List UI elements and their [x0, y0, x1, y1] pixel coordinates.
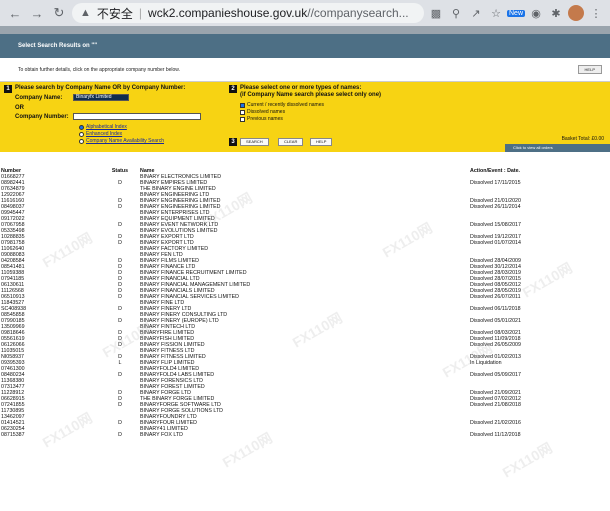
radio-dot[interactable]	[79, 138, 84, 144]
availability-search-link[interactable]: Company Name Availability Search	[86, 138, 164, 144]
radio-dot[interactable]	[79, 124, 84, 130]
check-dissolved-label: Dissolved names	[247, 109, 286, 115]
url-text: wck2.companieshouse.gov.uk//companysearc…	[148, 6, 409, 20]
site-nav-strip	[0, 26, 610, 34]
info-bar: To obtain further details, click on the …	[0, 58, 610, 82]
company-number-link[interactable]: 08715387	[0, 432, 100, 438]
check-current[interactable]: Current / recently dissolved names	[240, 102, 324, 108]
company-name-cell: BINARY FOX LTD	[140, 432, 183, 438]
company-number-input[interactable]	[73, 113, 201, 120]
zoom-icon[interactable]: ⚲	[448, 5, 464, 21]
checkbox[interactable]	[240, 109, 245, 115]
basket-total: Basket Total: £0.00	[561, 136, 604, 142]
check-dissolved[interactable]: Dissolved names	[240, 109, 285, 115]
instruction-text: To obtain further details, click on the …	[18, 66, 181, 73]
not-secure-label: 不安全	[96, 6, 133, 21]
checkbox[interactable]	[240, 102, 245, 108]
extension-icon[interactable]: ◉	[528, 5, 544, 21]
url-path: //companysearch...	[307, 6, 409, 20]
share-icon[interactable]: ↗	[468, 5, 484, 21]
step3-number: 3	[229, 138, 237, 146]
radio-enhanced[interactable]: Enhanced Index	[79, 131, 122, 137]
radio-dot[interactable]	[79, 131, 84, 137]
step1-number: 1	[4, 85, 12, 93]
check-current-label: Current / recently dissolved names	[247, 102, 324, 108]
alphabetical-index-link[interactable]: Alphabetical Index	[86, 124, 127, 130]
reload-icon[interactable]: ↻	[50, 4, 68, 22]
help-button[interactable]: HELP	[577, 65, 602, 74]
watermark: FX110网	[499, 439, 555, 481]
step2-text: Please select one or more types of names…	[240, 85, 362, 91]
company-name-input[interactable]: Binaryfx Limited	[73, 94, 129, 101]
browser-toolbar: ← → ↻ ▲ 不安全 | wck2.companieshouse.gov.uk…	[0, 0, 610, 26]
address-bar[interactable]: ▲ 不安全 | wck2.companieshouse.gov.uk//comp…	[72, 3, 424, 23]
extension-new-icon[interactable]: New	[507, 5, 526, 21]
puzzle-icon[interactable]: ✱	[548, 5, 564, 21]
menu-icon[interactable]: ⋮	[588, 5, 604, 21]
extension-badge: New	[507, 9, 526, 17]
status-cell: D	[118, 432, 122, 438]
step1-text: Please search by Company Name OR by Comp…	[15, 85, 186, 91]
separator: |	[138, 6, 143, 20]
page-title: Select Search Results on ""	[0, 34, 610, 58]
radio-availability[interactable]: Company Name Availability Search	[79, 138, 164, 144]
company-number-label: Company Number:	[15, 114, 69, 120]
step2-subtext: (if Company Name search please select on…	[240, 92, 382, 98]
warning-icon: ▲	[80, 7, 91, 19]
search-panel: 1 Please search by Company Name OR by Co…	[0, 82, 610, 152]
action-cell: Dissolved 11/12/2018	[470, 432, 521, 438]
translate-icon[interactable]: ▩	[428, 5, 444, 21]
enhanced-index-link[interactable]: Enhanced Index	[86, 131, 122, 137]
or-label: OR	[15, 105, 24, 111]
radio-alphabetical[interactable]: Alphabetical Index	[79, 124, 127, 130]
forward-icon[interactable]: →	[28, 4, 46, 22]
table-row: 08715387 D BINARY FOX LTD Dissolved 11/12/2…	[0, 432, 610, 438]
check-previous[interactable]: Previous names	[240, 116, 283, 122]
view-orders-link[interactable]: Click to view all orders	[505, 144, 610, 152]
checkbox[interactable]	[240, 116, 245, 122]
help-button-panel[interactable]: HELP	[310, 138, 333, 146]
url-host: wck2.companieshouse.gov.uk	[148, 6, 308, 20]
results-table: Number Status Name Action/Event : Date. …	[0, 168, 610, 438]
back-icon[interactable]: ←	[6, 4, 24, 22]
company-name-label: Company Name:	[15, 95, 63, 101]
search-button[interactable]: SEARCH	[240, 138, 269, 146]
check-previous-label: Previous names	[247, 116, 283, 122]
clear-button[interactable]: CLEAR	[278, 138, 304, 146]
star-icon[interactable]: ☆	[488, 5, 504, 21]
step2-number: 2	[229, 85, 237, 93]
avatar[interactable]	[568, 5, 584, 21]
